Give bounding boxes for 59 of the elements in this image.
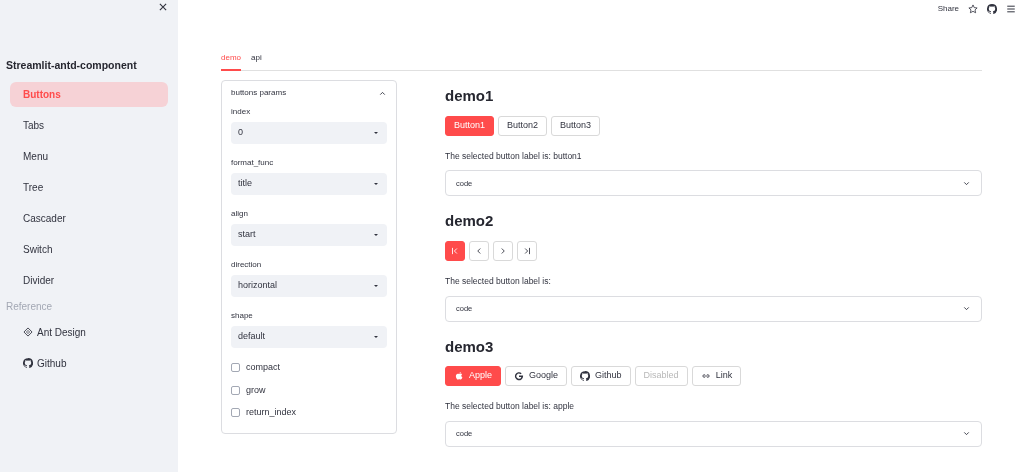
share-link[interactable]: Share: [937, 3, 959, 15]
caret-icon: [372, 333, 380, 341]
close-icon: [158, 2, 168, 12]
sidebar-item[interactable]: Menu: [10, 143, 168, 169]
github-icon: [23, 358, 33, 369]
select-field[interactable]: horizontal: [231, 275, 387, 297]
chevron-icon: [962, 304, 971, 313]
option-button[interactable]: Github: [571, 366, 631, 386]
sidebar-item[interactable]: Tabs: [10, 112, 168, 138]
sidebar-link[interactable]: Ant Design: [37, 324, 86, 340]
panel-title: buttons params: [231, 87, 287, 99]
caret-icon: [372, 282, 380, 290]
menu-icon: [1006, 4, 1016, 14]
sidebar-item[interactable]: Switch: [10, 236, 168, 262]
option-button[interactable]: Button3: [551, 115, 601, 136]
field-label: index: [231, 106, 252, 118]
pagination-button[interactable]: [445, 240, 465, 261]
sidebar-link[interactable]: Github: [37, 355, 67, 371]
apple-icon: [454, 371, 464, 381]
result-text: The selected button label is: apple: [445, 400, 575, 413]
last-page-icon: [522, 245, 532, 256]
section-label: Reference: [6, 299, 54, 314]
caret-icon: [372, 231, 380, 239]
field-label: direction: [231, 259, 263, 271]
google-icon: [514, 371, 525, 381]
select-field[interactable]: start: [231, 224, 387, 246]
diamond-icon: [23, 327, 33, 338]
option-button[interactable]: Link: [691, 366, 742, 386]
select-field[interactable]: default: [231, 326, 387, 348]
select-field[interactable]: 0: [231, 122, 387, 144]
github-icon: [580, 371, 591, 381]
caret-icon: [372, 129, 380, 137]
sidebar-title: Streamlit-antd-component: [6, 58, 138, 73]
select-field[interactable]: title: [231, 173, 387, 195]
field-label: format_func: [231, 157, 275, 169]
checkbox[interactable]: [231, 363, 240, 373]
sidebar-item[interactable]: Tree: [10, 174, 168, 200]
checkbox-label: compact: [246, 361, 280, 374]
demo-heading: demo2: [445, 211, 495, 232]
option-button[interactable]: Google: [505, 366, 568, 386]
sidebar-item[interactable]: Cascader: [10, 205, 168, 231]
first-page-icon: [450, 245, 460, 256]
checkbox-label: grow: [246, 383, 266, 397]
tab[interactable]: api: [251, 50, 262, 71]
link-icon: [700, 371, 711, 381]
demo-heading: demo1: [445, 86, 495, 106]
caret-icon: [372, 180, 380, 188]
result-text: The selected button label is:: [445, 274, 552, 288]
checkbox-label: return_index: [246, 406, 297, 419]
result-text: The selected button label is: button1: [445, 149, 583, 163]
sidebar-item[interactable]: Divider: [10, 267, 168, 293]
star-icon: [968, 4, 978, 14]
option-button[interactable]: Button2: [498, 115, 548, 136]
checkbox[interactable]: [231, 408, 240, 418]
demo-heading: demo3: [445, 336, 495, 357]
field-label: shape: [231, 310, 254, 322]
field-label: align: [231, 208, 249, 220]
checkbox[interactable]: [231, 385, 240, 395]
github-icon: [987, 4, 997, 14]
